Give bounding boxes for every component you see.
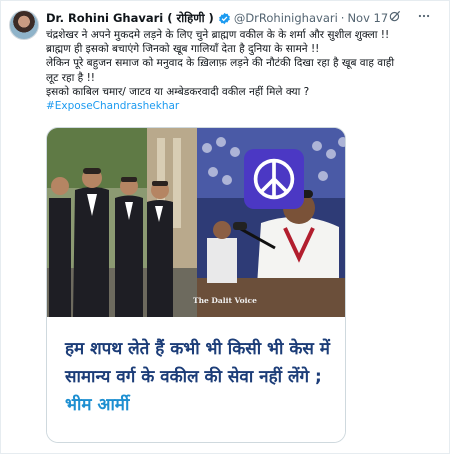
verified-badge-icon [218, 12, 231, 25]
tweet-text-line: लेकिन पूरे बहुजन समाज को मनुवाद के ख़िला… [46, 57, 395, 70]
tweet-text: चंद्रशेखर ने अपने मुकदमे लड़ने के लिए चु… [46, 28, 446, 113]
avatar[interactable] [9, 10, 39, 40]
tweet-text-line: चंद्रशेखर ने अपने मुकदमे लड़ने के लिए चु… [46, 29, 390, 41]
media-caption-area: हम शपथ लेते हैं कभी भी किसी भी केस में स… [47, 318, 345, 442]
tweet-header: Dr. Rohini Ghavari ( रोहिणी ) @DrRohinig… [46, 9, 446, 27]
hashtag-link[interactable]: #ExposeChandrashekhar [46, 99, 446, 113]
author-name[interactable]: Dr. Rohini Ghavari ( रोहिणी ) [46, 11, 214, 26]
tweet-card: Dr. Rohini Ghavari ( रोहिणी ) @DrRohinig… [0, 0, 450, 454]
header-separator: · [340, 11, 345, 25]
header-actions [388, 9, 432, 23]
tweet-text-line: ब्राह्मण ही इसको बचाएंगे जिनको खूब गालिय… [46, 43, 320, 56]
tweet-text-line: इसको काबिल चमार/ जाटव या अम्बेडकरवादी वक… [46, 85, 310, 98]
caption-brand-text: भीम आर्मी [65, 395, 130, 415]
tweet-text-line: लूट रहा है !! [46, 71, 96, 84]
peace-sign-icon [244, 149, 304, 209]
caption-main-text: हम शपथ लेते हैं कभी भी किसी भी केस में स… [65, 339, 330, 387]
media-photo: The Dalit Voice [47, 128, 345, 317]
author-handle[interactable]: @DrRohinighavari [234, 11, 338, 25]
more-icon[interactable] [416, 9, 432, 23]
grok-icon[interactable] [388, 9, 402, 23]
tweet-media[interactable]: The Dalit Voice हम शपथ लेते हैं कभी भी क… [46, 127, 346, 443]
tweet-timestamp[interactable]: Nov 17 [347, 11, 388, 25]
watermark: The Dalit Voice [193, 296, 257, 305]
media-caption: हम शपथ लेते हैं कभी भी किसी भी केस में स… [65, 335, 335, 419]
